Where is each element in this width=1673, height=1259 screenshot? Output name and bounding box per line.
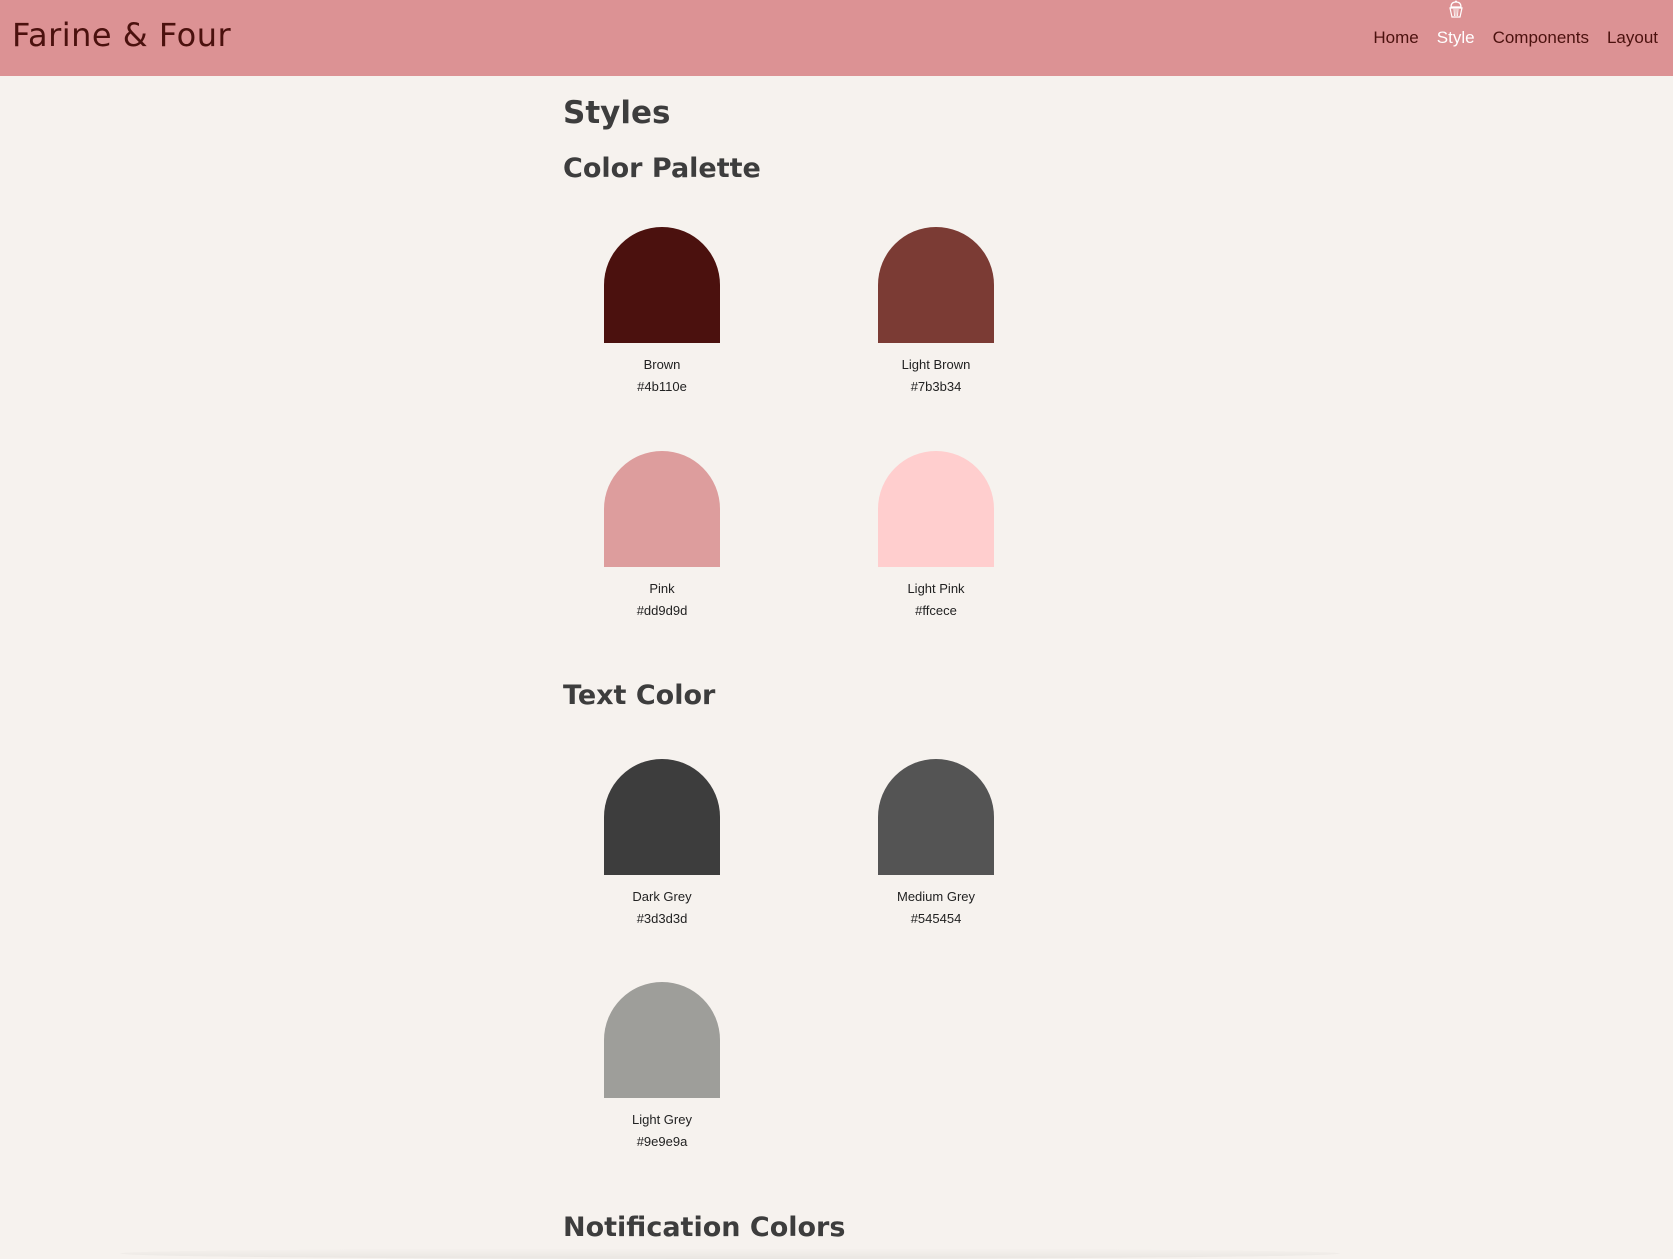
swatch-shape — [604, 227, 720, 343]
nav-components[interactable]: Components — [1493, 28, 1589, 48]
cupcake-icon — [1448, 0, 1463, 18]
swatch-name: Dark Grey — [632, 889, 692, 904]
swatch-medium-grey: Medium Grey #545454 — [856, 759, 1016, 930]
swatch-name: Light Pink — [907, 581, 965, 596]
scroll-shadow — [120, 1248, 1340, 1259]
swatch-hex: #9e9e9a — [636, 1134, 688, 1149]
swatch-shape — [604, 759, 720, 875]
swatch-shape — [878, 451, 994, 567]
swatch-name: Brown — [643, 357, 681, 372]
swatch-name: Light Grey — [632, 1112, 692, 1127]
swatch-hex: #3d3d3d — [636, 911, 688, 926]
swatch-light-pink: Light Pink #ffcece — [856, 451, 1016, 622]
swatch-light-grey: Light Grey #9e9e9a — [582, 982, 742, 1153]
swatch-shape — [604, 451, 720, 567]
swatch-hex: #4b110e — [637, 379, 687, 394]
swatch-shape — [878, 759, 994, 875]
site-header: Farine & Four Home Style Components Layo… — [0, 0, 1673, 76]
nav-style[interactable]: Style — [1436, 0, 1475, 48]
swatch-name: Pink — [649, 581, 675, 596]
page-title: Styles — [563, 95, 671, 131]
nav-home[interactable]: Home — [1373, 28, 1418, 48]
swatch-hex: #ffcece — [915, 603, 957, 618]
nav-layout[interactable]: Layout — [1607, 28, 1658, 48]
swatch-hex: #545454 — [910, 911, 962, 926]
brand-logo[interactable]: Farine & Four — [12, 16, 231, 54]
notification-colors-heading: Notification Colors — [563, 1212, 846, 1243]
color-palette-heading: Color Palette — [563, 153, 761, 184]
nav-style-label: Style — [1436, 28, 1475, 47]
swatch-name: Medium Grey — [896, 889, 976, 904]
swatch-pink: Pink #dd9d9d — [582, 451, 742, 622]
text-color-heading: Text Color — [563, 680, 716, 711]
swatch-dark-grey: Dark Grey #3d3d3d — [582, 759, 742, 930]
main-nav: Home Style Components Layout — [1355, 0, 1658, 76]
swatch-shape — [878, 227, 994, 343]
swatch-hex: #7b3b34 — [910, 379, 962, 394]
swatch-hex: #dd9d9d — [636, 603, 688, 618]
swatch-name: Light Brown — [901, 357, 971, 372]
swatch-brown: Brown #4b110e — [582, 227, 742, 398]
swatch-light-brown: Light Brown #7b3b34 — [856, 227, 1016, 398]
swatch-shape — [604, 982, 720, 1098]
